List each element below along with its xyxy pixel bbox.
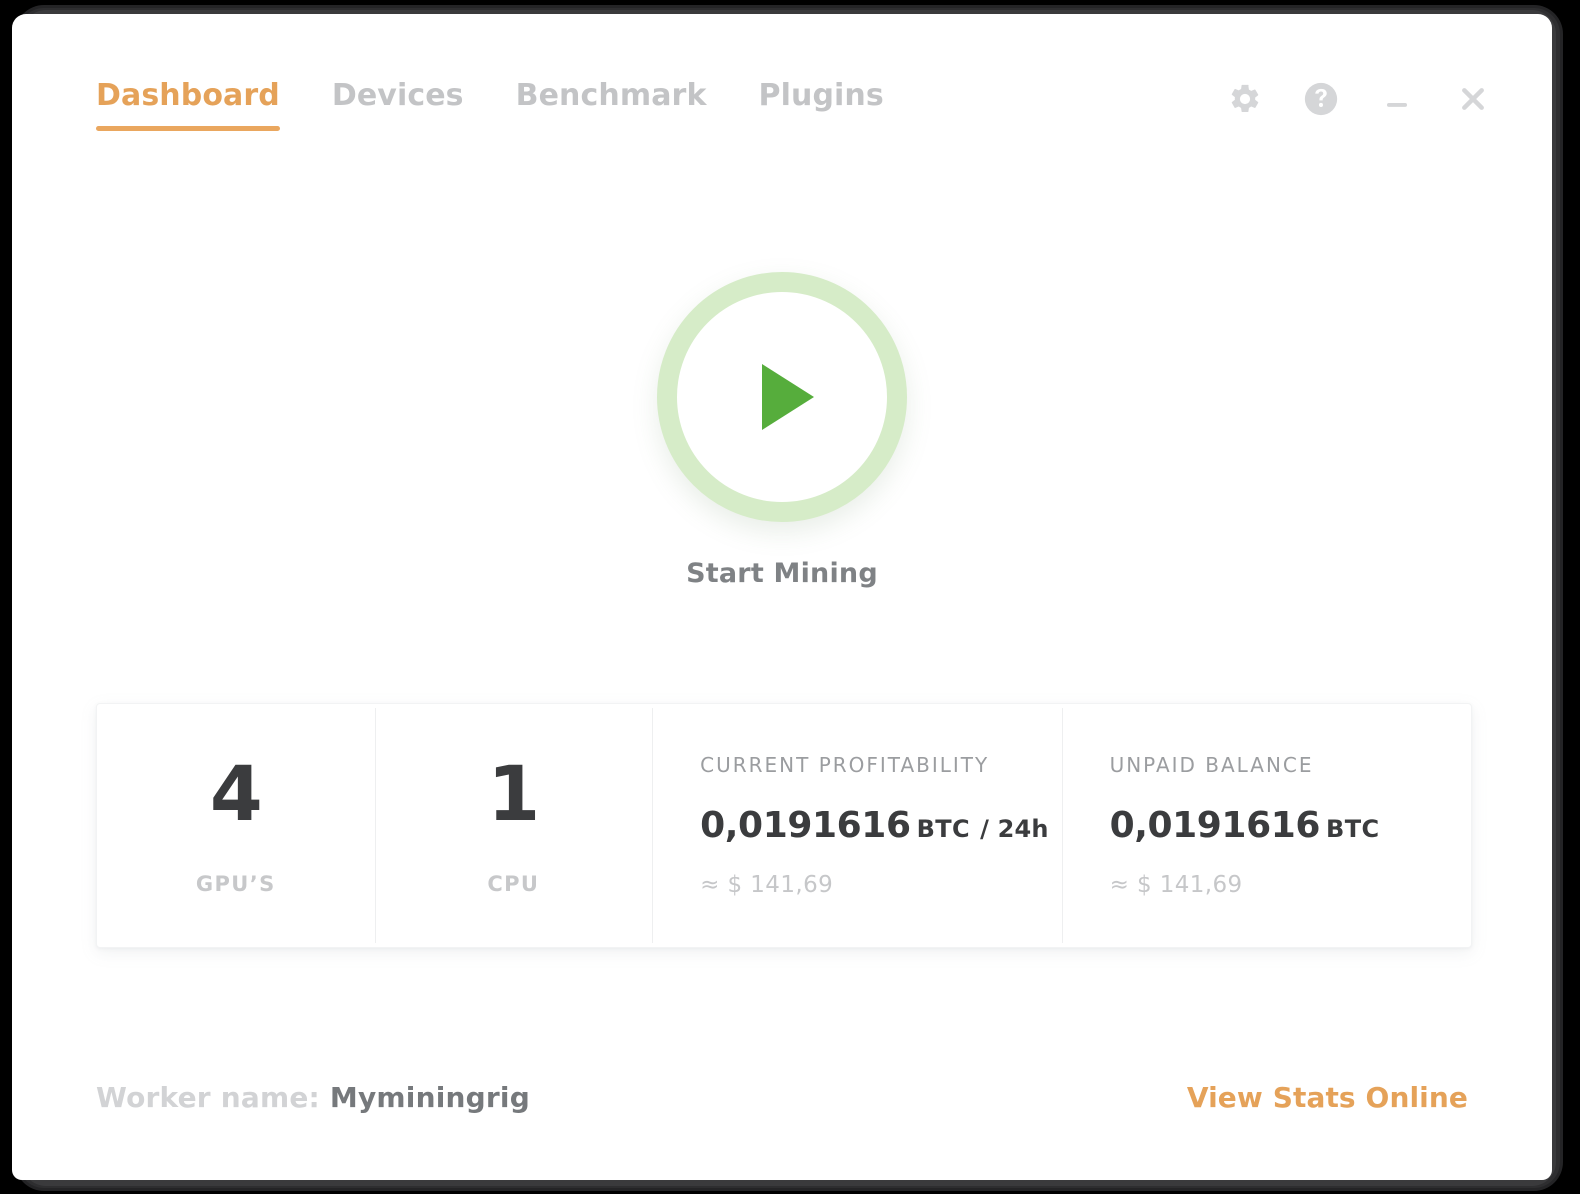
gear-icon — [1228, 82, 1262, 116]
close-icon — [1457, 83, 1489, 115]
profitability-value-row: 0,0191616 BTC / 24h — [700, 805, 1061, 846]
profitability-approx-fiat: ≈ $ 141,69 — [700, 872, 834, 898]
start-mining-label: Start Mining — [686, 558, 878, 589]
gpu-count-value: 4 — [209, 748, 263, 838]
play-icon — [762, 364, 814, 430]
profitability-amount: 0,0191616 — [700, 805, 911, 846]
tab-devices-label: Devices — [331, 78, 464, 113]
tab-devices[interactable]: Devices — [332, 78, 464, 131]
application-window: Dashboard Devices Benchmark Plugins Star… — [12, 14, 1552, 1180]
footer-bar: Worker name: Myminingrig View Stats Onli… — [12, 1072, 1552, 1122]
tab-plugins[interactable]: Plugins — [759, 78, 884, 131]
start-mining-button[interactable] — [657, 272, 907, 522]
tab-benchmark[interactable]: Benchmark — [516, 78, 707, 131]
balance-approx-fiat: ≈ $ 141,69 — [1109, 872, 1243, 898]
tab-benchmark-label: Benchmark — [515, 78, 707, 113]
worker-name: Worker name: Myminingrig — [96, 1081, 530, 1114]
balance-title: UNPAID BALANCE — [1109, 753, 1314, 777]
title-bar: Dashboard Devices Benchmark Plugins — [12, 14, 1552, 154]
worker-name-value: Myminingrig — [329, 1080, 530, 1114]
stat-card-cpu: 1 CPU — [374, 704, 653, 947]
mining-hero-section: Start Mining — [12, 272, 1552, 589]
tab-dashboard-label: Dashboard — [96, 78, 280, 113]
minimize-icon — [1382, 84, 1412, 114]
profitability-unit: BTC — [916, 815, 971, 843]
settings-button[interactable] — [1226, 80, 1264, 118]
gpu-count-label: GPU’S — [195, 871, 276, 896]
stat-card-gpu: 4 GPU’S — [97, 704, 375, 947]
balance-amount: 0,0191616 — [1109, 805, 1321, 846]
cpu-count-label: CPU — [487, 871, 540, 896]
tab-dashboard[interactable]: Dashboard — [96, 78, 280, 131]
tab-plugins-label: Plugins — [758, 78, 884, 113]
help-button[interactable] — [1302, 80, 1340, 118]
cpu-count-value: 1 — [487, 748, 540, 838]
profitability-title: CURRENT PROFITABILITY — [700, 753, 990, 777]
stat-card-profitability: CURRENT PROFITABILITY 0,0191616 BTC/ 24h … — [652, 704, 1061, 947]
close-button[interactable] — [1454, 80, 1492, 118]
window-controls — [1226, 80, 1492, 118]
view-stats-online-link[interactable]: View Stats Online — [1187, 1081, 1468, 1114]
balance-unit: BTC — [1326, 815, 1380, 843]
minimize-button[interactable] — [1378, 80, 1416, 118]
app-window-frame: Dashboard Devices Benchmark Plugins Star… — [0, 0, 1580, 1194]
balance-value-row: 0,0191616 BTC — [1110, 805, 1471, 846]
help-circle-icon — [1302, 80, 1340, 118]
stats-panel: 4 GPU’S 1 CPU CURRENT PROFITABILITY 0,01… — [96, 703, 1472, 948]
worker-name-label: Worker name: — [96, 1080, 320, 1114]
stat-card-unpaid-balance: UNPAID BALANCE 0,0191616 BTC ≈ $ 141,69 — [1061, 704, 1471, 947]
main-navigation-tabs: Dashboard Devices Benchmark Plugins — [96, 78, 884, 131]
profitability-period: / 24h — [980, 815, 1049, 843]
